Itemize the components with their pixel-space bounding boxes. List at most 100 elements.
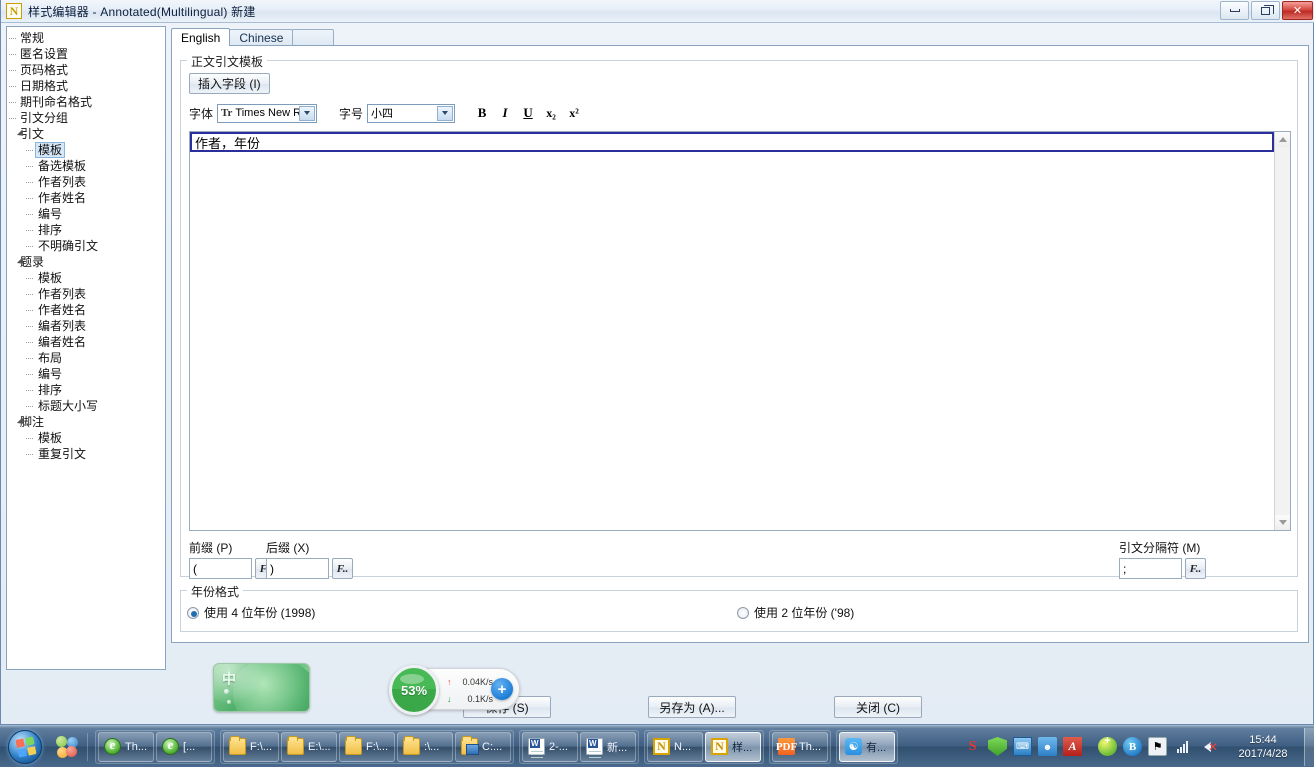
tree-item[interactable]: 编号 (7, 206, 165, 222)
bluetooth-icon[interactable]: B (1123, 737, 1142, 756)
taskbar-button[interactable]: 新... (580, 731, 636, 762)
action-center-icon[interactable]: ⚑ (1148, 737, 1167, 756)
taskbar-button[interactable]: PDF Th... (772, 731, 828, 762)
tree-item[interactable]: 编号 (7, 366, 165, 382)
template-editor-canvas[interactable]: 作者，年份 (190, 132, 1274, 530)
tree-item[interactable]: 模板 (7, 270, 165, 286)
taskbar-button[interactable]: N 样... (705, 731, 761, 762)
network-signal-icon[interactable] (1173, 737, 1192, 756)
tree-item[interactable]: 匿名设置 (7, 46, 165, 62)
tree-connector-line (26, 342, 33, 343)
font-size-combo[interactable]: 小四 (367, 103, 456, 123)
quick-launch-bar (50, 730, 84, 764)
four-digit-year-option[interactable]: 使用 4 位年份 (1998) (187, 604, 315, 621)
taskbar-button[interactable]: C:... (455, 731, 511, 762)
tree-item[interactable]: 引文 (7, 126, 165, 142)
insert-field-button[interactable]: 插入字段 (I) (189, 73, 270, 94)
quick-launch-switcher-button[interactable] (53, 732, 81, 762)
taskbar-button-label: F:\... (250, 740, 272, 753)
tree-item[interactable]: 作者姓名 (7, 302, 165, 318)
taskbar-button[interactable]: F:\... (223, 731, 279, 762)
tree-item[interactable]: 作者列表 (7, 174, 165, 190)
tab-english[interactable]: English (171, 28, 231, 46)
superscript-button[interactable]: x² (564, 103, 584, 123)
tree-item[interactable]: 脚注 (7, 414, 165, 430)
bold-button[interactable]: B (472, 103, 492, 123)
ie-icon (162, 737, 179, 755)
show-desktop-button[interactable] (1304, 727, 1314, 766)
memory-usage-indicator[interactable]: 53% (389, 665, 439, 715)
template-editor-scrollbar[interactable] (1274, 132, 1290, 530)
subscript-button[interactable]: x₂ (541, 103, 561, 123)
tree-item[interactable]: 重复引文 (7, 446, 165, 462)
tree-connector-line (26, 454, 33, 455)
tree-item[interactable]: 不明确引文 (7, 238, 165, 254)
tree-connector-line (9, 54, 16, 55)
taskbar-button[interactable]: ☯ 有... (839, 731, 895, 762)
network-manager-icon[interactable]: ⌨ (1013, 737, 1032, 756)
tree-connector-line (26, 358, 33, 359)
network-speed-widget[interactable]: 53% ↑ 0.04K/s ↓ 0.1K/s + (389, 665, 520, 715)
contact-icon[interactable]: ☻ (1038, 737, 1057, 756)
acrobat-icon[interactable]: A (1063, 737, 1082, 756)
scroll-down-button[interactable] (1275, 515, 1290, 530)
tree-item[interactable]: 模板 (7, 142, 165, 158)
taskbar-button[interactable]: [... (156, 731, 212, 762)
taskbar-button[interactable]: N N... (647, 731, 703, 762)
tree-item[interactable]: 编者姓名 (7, 334, 165, 350)
suffix-field-picker-button[interactable]: F.. (332, 558, 353, 579)
italic-button[interactable]: I (495, 103, 515, 123)
tree-item[interactable]: 模板 (7, 430, 165, 446)
taskbar-button[interactable]: Th... (98, 731, 154, 762)
tab-chinese[interactable]: Chinese (229, 29, 294, 46)
tree-item[interactable]: 标题大小写 (7, 398, 165, 414)
font-family-dropdown-button[interactable] (299, 105, 316, 121)
restore-button[interactable] (1251, 1, 1280, 20)
tree-item[interactable]: 作者姓名 (7, 190, 165, 206)
separator-input[interactable]: ; (1119, 558, 1182, 579)
font-size-label: 字号 (339, 106, 364, 121)
scroll-up-button[interactable] (1275, 132, 1290, 147)
tab-empty[interactable] (292, 29, 335, 46)
taskbar-button[interactable]: E:\... (281, 731, 337, 762)
volume-muted-icon[interactable]: ✕ (1198, 737, 1218, 756)
taskbar-button[interactable]: F:\... (339, 731, 395, 762)
prefix-input[interactable]: ( (189, 558, 252, 579)
sogou-input-icon[interactable]: S (963, 737, 982, 756)
template-editor[interactable]: 作者，年份 (189, 131, 1291, 531)
widget-expand-button[interactable]: + (491, 678, 513, 700)
update-icon[interactable] (1098, 735, 1117, 756)
template-editor-line[interactable]: 作者，年份 (190, 132, 1274, 152)
clock[interactable]: 15:44 2017/4/28 (1226, 733, 1300, 761)
tree-item[interactable]: 日期格式 (7, 78, 165, 94)
close-button[interactable]: ✕ (1282, 1, 1313, 20)
taskbar-group: F:\... E:\... F:\...:\... C:... (220, 729, 514, 764)
start-button[interactable] (2, 728, 48, 766)
tree-item[interactable]: 布局 (7, 350, 165, 366)
tree-item[interactable]: 排序 (7, 222, 165, 238)
ime-language-bar[interactable]: 中 (213, 663, 310, 712)
save-as-button[interactable]: 另存为 (A)... (648, 696, 736, 718)
tree-item[interactable]: 作者列表 (7, 286, 165, 302)
minimize-button[interactable] (1220, 1, 1249, 20)
taskbar-button[interactable]: 2-... (522, 731, 578, 762)
tree-item[interactable]: 期刊命名格式 (7, 94, 165, 110)
suffix-input[interactable]: ) (266, 558, 329, 579)
taskbar-button[interactable]: :\... (397, 731, 453, 762)
tree-item[interactable]: 引文分组 (7, 110, 165, 126)
font-family-combo[interactable]: Tr Times New R (217, 103, 318, 123)
settings-tree-pane[interactable]: 常规 匿名设置 页码格式 日期格式 期刊命名格式 引文分组 引文 模板 备选模板 作者列表 作者姓名… (6, 26, 166, 670)
tree-item[interactable]: 题录 (7, 254, 165, 270)
font-size-dropdown-button[interactable] (437, 105, 454, 121)
close-dialog-button[interactable]: 关闭 (C) (834, 696, 922, 718)
tree-item[interactable]: 备选模板 (7, 158, 165, 174)
tree-item[interactable]: 页码格式 (7, 62, 165, 78)
tree-item[interactable]: 编者列表 (7, 318, 165, 334)
two-digit-year-option[interactable]: 使用 2 位年份 ('98) (737, 604, 854, 621)
tree-item[interactable]: 排序 (7, 382, 165, 398)
underline-button[interactable]: U (518, 103, 538, 123)
tree-item-label: 模板 (35, 142, 66, 158)
security-shield-icon[interactable] (988, 737, 1007, 756)
separator-field-picker-button[interactable]: F.. (1185, 558, 1206, 579)
tree-item[interactable]: 常规 (7, 30, 165, 46)
